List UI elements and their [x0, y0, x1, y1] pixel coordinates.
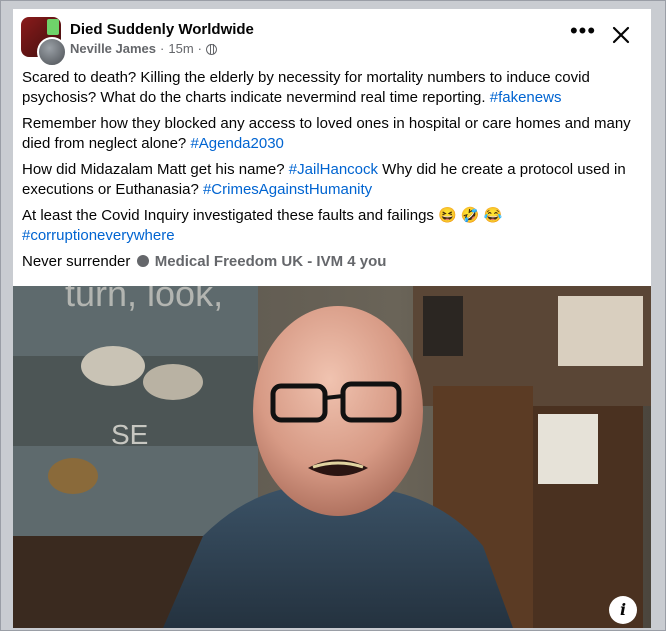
shared-prefix: Never surrender: [22, 253, 131, 270]
post-video[interactable]: turn, look, SE i: [13, 286, 651, 628]
paragraph-text: Remember how they blocked any access to …: [22, 115, 631, 152]
meta-separator-2: ·: [197, 41, 202, 56]
hashtag-link[interactable]: #JailHancock: [289, 161, 378, 178]
verified-badge-icon: [136, 255, 149, 267]
post-meta: Neville James · 15m ·: [70, 41, 217, 56]
post-header: Died Suddenly Worldwide Neville James · …: [13, 9, 651, 67]
post-paragraph: How did Midazalam Matt get his name? #Ja…: [22, 160, 642, 199]
hashtag-link[interactable]: #corruptioneverywhere: [22, 227, 175, 244]
globe-icon: [206, 44, 217, 55]
paragraph-text: At least the Covid Inquiry investigated …: [22, 207, 439, 224]
post-body: Scared to death? Killing the elderly by …: [22, 68, 642, 272]
group-avatar-badge: [47, 19, 59, 35]
meta-separator: ·: [160, 41, 165, 56]
sheep-shape: [81, 346, 145, 386]
shared-from-line: Never surrender Medical Freedom UK - IVM…: [22, 252, 642, 272]
author-name-link[interactable]: Neville James: [70, 41, 156, 56]
hashtag-link[interactable]: #fakenews: [490, 89, 562, 106]
post-paragraph: Remember how they blocked any access to …: [22, 114, 642, 153]
close-button[interactable]: [611, 25, 631, 45]
close-icon: [612, 26, 630, 44]
post-card: Died Suddenly Worldwide Neville James · …: [13, 9, 651, 628]
screenshot-frame: Died Suddenly Worldwide Neville James · …: [0, 0, 666, 631]
post-paragraph: At least the Covid Inquiry investigated …: [22, 206, 642, 245]
shared-source-link[interactable]: Medical Freedom UK - IVM 4 you: [155, 253, 387, 270]
emoji-group: 😆 🤣 😂: [438, 207, 503, 224]
video-frame: turn, look, SE: [13, 286, 651, 628]
banner-text: SE: [111, 419, 148, 450]
author-avatar[interactable]: [37, 37, 67, 67]
more-options-button[interactable]: •••: [569, 20, 597, 44]
sheep-shape: [143, 364, 203, 400]
post-time-link[interactable]: 15m: [168, 41, 193, 56]
group-name-link[interactable]: Died Suddenly Worldwide: [70, 21, 254, 38]
hashtag-link[interactable]: #CrimesAgainstHumanity: [203, 181, 372, 198]
paragraph-text: How did Midazalam Matt get his name?: [22, 161, 289, 178]
poster-text: turn, look,: [65, 286, 223, 314]
post-paragraph: Scared to death? Killing the elderly by …: [22, 68, 642, 107]
info-button[interactable]: i: [609, 596, 637, 624]
hashtag-link[interactable]: #Agenda2030: [190, 135, 283, 152]
